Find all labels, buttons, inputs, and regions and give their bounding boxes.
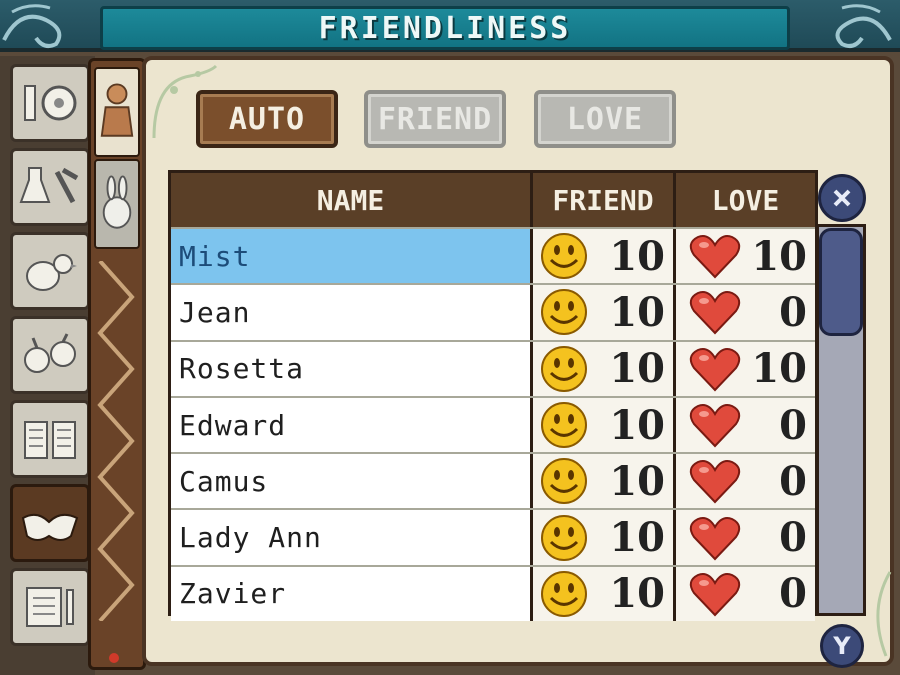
friend-points: 10 (609, 401, 665, 449)
subtab-strip (88, 58, 146, 670)
love-points-cell: 0 (676, 454, 815, 509)
title-plate: FRIENDLINESS (100, 6, 790, 50)
friend-sort-button[interactable]: FRIEND (364, 90, 506, 148)
heart-icon (689, 516, 741, 561)
friendliness-tab[interactable] (10, 484, 90, 562)
close-button[interactable] (818, 174, 866, 222)
table-body: Mist 10 10 Jean 10 0 Rosetta 10 10 Edward 10 0 Camus… (171, 227, 815, 622)
page-title: FRIENDLINESS (318, 10, 572, 46)
bunny-icon (102, 175, 132, 229)
animal-subtab[interactable] (94, 159, 140, 249)
zigzag-decoration (97, 261, 135, 621)
friend-points: 10 (609, 345, 665, 393)
items-tab[interactable] (10, 148, 90, 226)
love-points-cell: 0 (676, 566, 815, 622)
ornament-swirl-icon (835, 4, 892, 48)
potion-icon (19, 167, 79, 204)
ornament-swirl-icon (2, 4, 62, 48)
tools-icon (24, 85, 77, 121)
crops-tab[interactable] (10, 316, 90, 394)
chicken-icon (26, 254, 77, 291)
villager-name: Camus (171, 454, 533, 509)
friend-points-cell: 10 (533, 397, 676, 453)
love-points: 0 (779, 457, 807, 505)
love-points-cell: 0 (676, 397, 815, 453)
friend-points: 10 (609, 514, 665, 562)
title-bar: FRIENDLINESS (0, 0, 900, 52)
villager-name: Jean (171, 285, 533, 340)
love-points: 10 (751, 345, 807, 393)
animals-tab[interactable] (10, 232, 90, 310)
heart-icon (689, 235, 741, 279)
indicator-dot (109, 653, 119, 663)
heart-icon (689, 347, 741, 392)
villager-name: Zavier (171, 566, 533, 622)
friend-points-cell: 10 (533, 510, 676, 565)
table-row[interactable]: Mist 10 10 (171, 227, 815, 284)
crops-icon (24, 333, 76, 373)
column-header-name: NAME (171, 173, 533, 227)
handshake-icon (21, 513, 79, 541)
villager-name: Edward (171, 397, 533, 453)
character-portrait-icon (100, 83, 134, 137)
table-header: NAME FRIEND LOVE (171, 173, 815, 227)
column-header-friend: FRIEND (533, 173, 676, 227)
table-row[interactable]: Jean 10 0 (171, 283, 815, 340)
love-points-cell: 0 (676, 510, 815, 565)
love-points-cell: 0 (676, 285, 815, 340)
auto-sort-button[interactable]: AUTO (196, 90, 338, 148)
love-points: 0 (779, 570, 807, 618)
love-points: 0 (779, 401, 807, 449)
table-row[interactable]: Rosetta 10 10 (171, 339, 815, 396)
column-header-love: LOVE (711, 183, 780, 217)
friend-points: 10 (609, 232, 665, 280)
smiley-icon (541, 289, 587, 336)
sidebar-tabs (0, 56, 95, 675)
smiley-icon (541, 570, 587, 617)
friend-points-cell: 10 (533, 341, 676, 396)
books-tab[interactable] (10, 400, 90, 478)
friend-points: 10 (609, 570, 665, 618)
villager-name: Rosetta (171, 341, 533, 396)
heart-icon (689, 404, 741, 448)
friend-points-cell: 10 (533, 285, 676, 340)
smiley-icon (541, 458, 587, 505)
character-subtab[interactable] (94, 67, 140, 157)
friend-points: 10 (609, 457, 665, 505)
book-icon (24, 421, 76, 459)
table-row[interactable]: Zavier 10 0 (171, 564, 815, 622)
love-points: 0 (779, 288, 807, 336)
close-icon (833, 189, 851, 207)
villager-name: Lady Ann (171, 510, 533, 565)
friend-points-cell: 10 (533, 454, 676, 509)
table-row[interactable]: Camus 10 0 (171, 452, 815, 509)
love-points: 0 (779, 514, 807, 562)
friendliness-table: NAME FRIEND LOVE Mist 10 10 Jean 10 0 Rosetta 1… (168, 170, 818, 622)
scrollbar-thumb[interactable] (819, 228, 863, 336)
heart-icon (689, 460, 741, 504)
heart-icon (689, 572, 741, 617)
love-sort-button[interactable]: LOVE (534, 90, 676, 148)
friend-points-cell: 10 (533, 566, 676, 622)
villager-name: Mist (171, 229, 533, 284)
smiley-icon (541, 514, 587, 561)
friend-points: 10 (609, 288, 665, 336)
smiley-icon (541, 345, 587, 392)
friend-points-cell: 10 (533, 229, 676, 284)
table-row[interactable]: Lady Ann 10 0 (171, 508, 815, 565)
smiley-icon (541, 233, 587, 280)
love-points-cell: 10 (676, 341, 815, 396)
table-row[interactable]: Edward 10 0 (171, 395, 815, 453)
smiley-icon (541, 402, 587, 449)
love-points-cell: 10 (676, 229, 815, 284)
y-button[interactable]: Y (820, 624, 864, 668)
vine-ornament-icon (876, 571, 892, 657)
heart-icon (689, 291, 741, 335)
records-tab[interactable] (10, 568, 90, 646)
scroll-icon (26, 587, 74, 627)
tools-tab[interactable] (10, 64, 90, 142)
love-points: 10 (751, 232, 807, 280)
